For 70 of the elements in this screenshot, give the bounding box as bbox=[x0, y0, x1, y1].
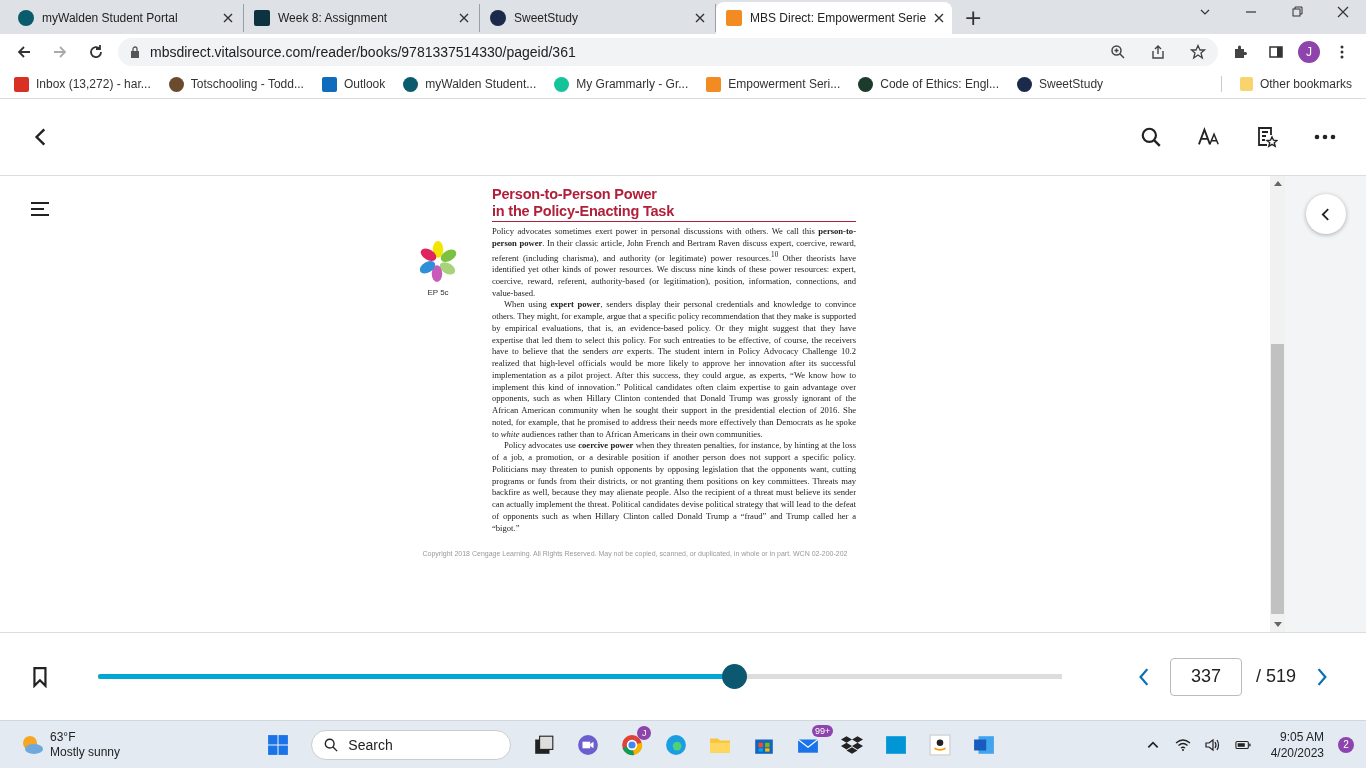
restore-icon[interactable] bbox=[1291, 6, 1303, 18]
other-bookmarks[interactable]: Other bookmarks bbox=[1239, 77, 1352, 91]
taskbar-search-field[interactable]: Search bbox=[311, 729, 512, 760]
scroll-down-icon[interactable] bbox=[1273, 622, 1282, 628]
browser-tab[interactable]: MBS Direct: Empowerment Serie bbox=[716, 2, 952, 34]
scrollbar-thumb[interactable] bbox=[1271, 344, 1284, 614]
previous-page-icon[interactable] bbox=[1138, 667, 1151, 686]
close-icon[interactable] bbox=[934, 13, 945, 23]
bookmark[interactable]: Inbox (13,272) - har... bbox=[14, 76, 151, 92]
chevron-left-icon bbox=[1321, 207, 1330, 221]
lock-icon bbox=[130, 46, 140, 58]
profile-badge: J bbox=[637, 725, 652, 740]
site-icon bbox=[858, 76, 874, 92]
weather-status: Mostly sunny bbox=[50, 744, 121, 760]
site-icon bbox=[1017, 76, 1032, 92]
site-icon bbox=[726, 10, 742, 26]
site-icon bbox=[254, 10, 270, 26]
notes-star-icon[interactable] bbox=[1256, 126, 1278, 148]
next-page-icon[interactable] bbox=[1316, 667, 1328, 686]
bookmark[interactable]: myWalden Student... bbox=[403, 76, 537, 92]
bookmark[interactable]: Empowerment Seri... bbox=[706, 76, 841, 92]
browser-tab[interactable]: myWalden Student Portal bbox=[8, 4, 244, 32]
site-icon bbox=[403, 76, 419, 92]
profile-avatar[interactable]: J bbox=[1298, 41, 1320, 63]
section-heading: Person-to-Person Power bbox=[492, 186, 658, 203]
page-total: / 519 bbox=[1256, 666, 1297, 687]
close-icon[interactable] bbox=[695, 13, 705, 23]
close-icon[interactable] bbox=[459, 13, 469, 23]
menu-icon[interactable] bbox=[31, 202, 49, 216]
bookmark[interactable]: My Grammarly - Gr... bbox=[554, 76, 689, 92]
slider-thumb[interactable] bbox=[722, 664, 748, 689]
browser-tab[interactable]: SweetStudy bbox=[480, 4, 716, 32]
bookmark[interactable]: Code of Ethics: Engl... bbox=[858, 76, 999, 92]
flower-logo-icon bbox=[417, 240, 459, 282]
address-bar[interactable]: mbsdirect.vitalsource.com/reader/books/9781337514330/pageid/361 bbox=[118, 38, 1218, 66]
body-paragraph: When using expert power, senders display their personal credentials and knowledge to convince others. They might, for example, argue that a specific policy recommendation that they make is supported by empirical evaluations, that is, an evidence-based policy. Or they might suggest that they have expertise that led them to select this policy. For such entreaties to be effective, of course, the receivers have to believe that the senders are experts. The student intern in Policy Advocacy Challenge 10.2 realized that high-level officials would be more likely to approve her innovation after its successful implementation as a pilot project. After this success, they could argue, as experts, “We know how to implement this kind of innovation.” Political candidates often claim expertise to gain advantage over opponents, such as when Hillary Clinton contended that Donald Trump was grossly ignorant of the African American community when he sought their support in the presidential election of 2016. She noted, for example, that he promised to address their needs more effectively than Democrats as he spoke to white audiences rather than to African Americans in their own communities. bbox=[492, 299, 856, 441]
page-number-field[interactable]: 337 bbox=[1170, 657, 1243, 696]
font-size-icon[interactable] bbox=[1198, 126, 1220, 148]
zoom-icon[interactable] bbox=[1110, 44, 1126, 60]
clock-date[interactable]: 4/20/2023 bbox=[1270, 744, 1324, 761]
search-icon[interactable] bbox=[1140, 126, 1162, 148]
scrollbar[interactable] bbox=[1270, 176, 1285, 632]
mail-count-badge: 99+ bbox=[812, 724, 834, 737]
site-icon bbox=[321, 76, 337, 92]
bookmark-icon[interactable] bbox=[32, 665, 48, 688]
site-icon bbox=[490, 10, 506, 26]
site-icon bbox=[554, 76, 570, 92]
folder-icon bbox=[1239, 77, 1253, 91]
body-paragraph: Policy advocates use coercive power when they threaten penalties, for instance, by hinting at the loss of a job, a promotion, or a desirable position if another person does not support a specific policy. Politicians may threaten to punish opponents by opposing legislation that the opponents want, cutting programs or funds from their districts, or not granting them positions on key committees. Threats may backfire as well, because they may alienate people. Also the recipient of a threat must believe its sender can actually implement the threat. Political candidates devise political strategy that will lead to the defeat of opponents such as when Hillary Clinton called Donald Trump a “fraud” and Trump called her a “bigot.” bbox=[492, 440, 856, 535]
close-icon[interactable] bbox=[1337, 6, 1349, 18]
notification-badge[interactable]: 2 bbox=[1338, 736, 1354, 753]
bookmark[interactable]: SweetStudy bbox=[1017, 76, 1104, 92]
site-icon bbox=[18, 10, 34, 26]
site-icon bbox=[14, 76, 29, 92]
share-icon[interactable] bbox=[1150, 44, 1166, 60]
bookmark[interactable]: Totschooling - Todd... bbox=[168, 76, 304, 92]
clock-time[interactable]: 9:05 AM bbox=[1280, 728, 1324, 745]
search-icon bbox=[324, 737, 339, 752]
star-icon[interactable] bbox=[1190, 44, 1206, 60]
margin-marker: EP 5c bbox=[427, 288, 449, 297]
temperature: 63°F bbox=[50, 729, 77, 745]
browser-tab[interactable]: Week 8: Assignment bbox=[244, 4, 480, 32]
scroll-up-icon[interactable] bbox=[1273, 180, 1282, 186]
new-tab-button[interactable]: + bbox=[960, 5, 987, 30]
body-paragraph: Policy advocates sometimes exert power in personal discussions with others. We call this person-to-person power. In their classic article, John French and Bertram Raven discuss expert, coercive, reward, referent (including charisma), and authority (or legitimate) power resources.$^{10}$ Other theorists have identified yet other kinds of power resources. We discuss nine kinds of these power resources: expert, coercive, reward, referent, authority-based (or legitimation), position, information, connections, and value-based. bbox=[492, 226, 856, 300]
site-icon bbox=[168, 76, 184, 92]
section-heading: in the Policy-Enacting Task bbox=[492, 203, 676, 220]
close-icon[interactable] bbox=[223, 13, 233, 23]
bookmark[interactable]: Outlook bbox=[321, 76, 386, 92]
site-icon bbox=[706, 76, 722, 92]
